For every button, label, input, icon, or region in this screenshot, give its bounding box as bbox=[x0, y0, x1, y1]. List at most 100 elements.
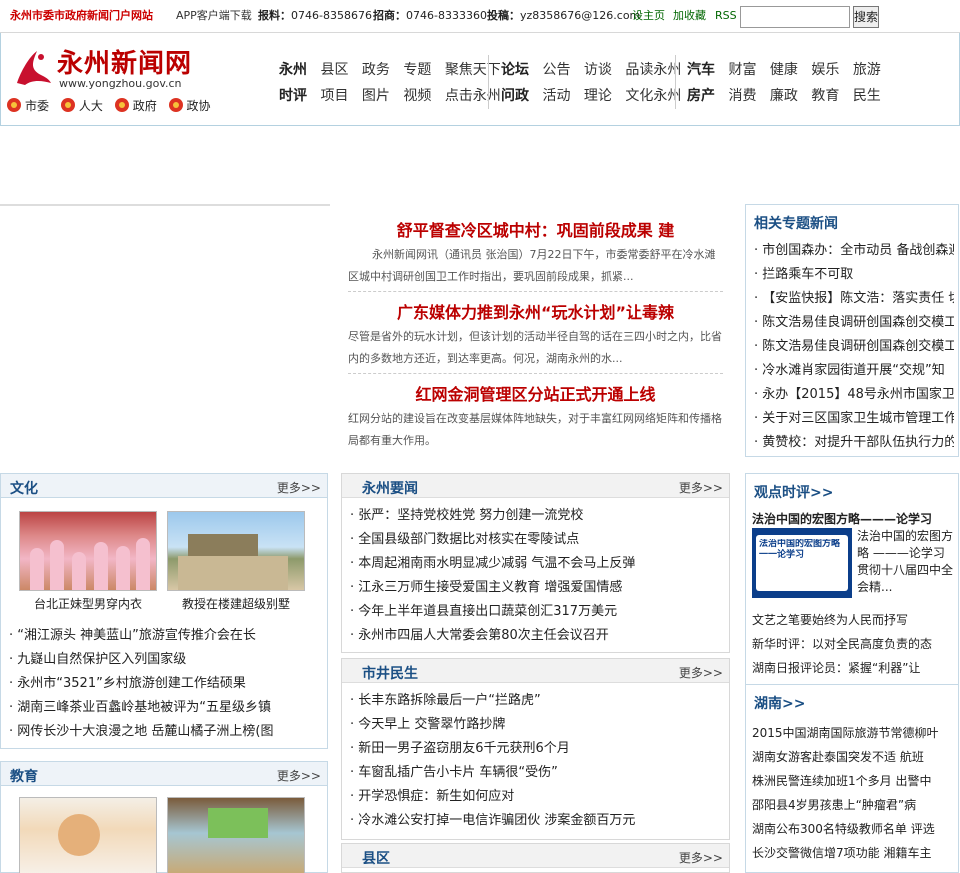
list-item[interactable]: 邵阳县4岁男孩患上“肿瘤君”病 bbox=[752, 793, 956, 817]
nav-notice[interactable]: 公告 bbox=[542, 62, 579, 78]
add-favorite-link[interactable]: 加收藏 bbox=[673, 10, 706, 22]
nav-auto[interactable]: 汽车 bbox=[687, 62, 724, 78]
list-item[interactable]: 湖南三峰茶业百蠡岭基地被评为“五星级乡镇 bbox=[9, 696, 321, 720]
nav-housing[interactable]: 房产 bbox=[687, 88, 724, 104]
list-item[interactable]: 株洲民警连续加班1个多月 出警中 bbox=[752, 769, 956, 793]
list-item[interactable]: 湖南日报评论员：紧握“利器”让 bbox=[752, 656, 956, 680]
nav-integrity[interactable]: 廉政 bbox=[770, 88, 807, 104]
list-item[interactable]: 今年上半年道县直接出口蔬菜创汇317万美元 bbox=[350, 600, 725, 624]
list-item[interactable]: 关于对三区国家卫生城市管理工作8 bbox=[754, 407, 954, 431]
site-logo[interactable]: 永州新闻网 www.yongzhou.gov.cn bbox=[11, 43, 231, 93]
gov-link-congress[interactable]: 人大 bbox=[60, 97, 103, 114]
nav-events[interactable]: 活动 bbox=[542, 88, 579, 104]
opinion-title[interactable]: 观点时评>> bbox=[754, 482, 833, 502]
list-item[interactable]: 黄赞校：对提升干部队伍执行力的 bbox=[754, 431, 954, 455]
list-item[interactable]: 2015中国湖南国际旅游节常德柳叶 bbox=[752, 721, 956, 745]
culture-more-link[interactable]: 更多>> bbox=[277, 479, 321, 496]
nav-read-yongzhou[interactable]: 品读永州 bbox=[625, 62, 690, 78]
nav-row: 时评 项目 图片 视频 点击永州 bbox=[279, 85, 510, 111]
county-title[interactable]: 县区 bbox=[362, 848, 390, 868]
list-item[interactable]: 本周起湘南雨水明显减少减弱 气温不会马上反弹 bbox=[350, 552, 725, 576]
nav-health[interactable]: 健康 bbox=[770, 62, 807, 78]
education-photo-2[interactable] bbox=[167, 797, 305, 873]
nav-consumer[interactable]: 消费 bbox=[728, 88, 765, 104]
list-item[interactable]: 陈文浩易佳良调研创国森创交模工 bbox=[754, 311, 954, 335]
list-item[interactable]: 全国县级部门数据比对核实在零陵试点 bbox=[350, 528, 725, 552]
list-item[interactable]: 冷水滩肖家园街道开展“交规”知 bbox=[754, 359, 954, 383]
yongzhou-news-title[interactable]: 永州要闻 bbox=[362, 478, 418, 498]
list-item[interactable]: 永州市“3521”乡村旅游创建工作结硕果 bbox=[9, 672, 321, 696]
list-item[interactable]: 湖南公布300名特级教师名单 评选 bbox=[752, 817, 956, 841]
nav-travel[interactable]: 旅游 bbox=[853, 62, 890, 78]
culture-photo-caption-2[interactable]: 教授在楼建超级别墅 bbox=[161, 595, 311, 612]
culture-photo-1[interactable] bbox=[19, 511, 157, 591]
opinion-feature-title[interactable]: 法治中国的宏图方略———论学习 bbox=[752, 510, 956, 527]
education-photo-1[interactable] bbox=[19, 797, 157, 873]
list-item[interactable]: 新田一男子盗窃朋友6千元获刑6个月 bbox=[350, 737, 725, 761]
list-item[interactable]: 新华时评：以对全民高度负责的态 bbox=[752, 632, 956, 656]
list-item[interactable]: 开学恐惧症：新生如何应对 bbox=[350, 785, 725, 809]
nav-culture-yongzhou[interactable]: 文化永州 bbox=[625, 88, 690, 104]
list-item[interactable]: 【安监快报】陈文浩：落实责任 切 bbox=[754, 287, 954, 311]
list-item[interactable]: 冷水滩公安打掉一电信诈骗团伙 涉案金额百万元 bbox=[350, 809, 725, 833]
list-item[interactable]: 张严：坚持党校姓党 努力创建一流党校 bbox=[350, 504, 725, 528]
list-item[interactable]: 今天早上 交警翠竹路抄牌 bbox=[350, 713, 725, 737]
related-topics-title[interactable]: 相关专题新闻 bbox=[754, 213, 838, 233]
culture-photo-2[interactable] bbox=[167, 511, 305, 591]
nav-video[interactable]: 视频 bbox=[403, 88, 440, 104]
nav-interview[interactable]: 访谈 bbox=[584, 62, 621, 78]
nav-counties[interactable]: 县区 bbox=[320, 62, 357, 78]
list-item[interactable]: “湘江源头 神美蓝山”旅游宣传推介会在长 bbox=[9, 624, 321, 648]
gov-link-cppcc[interactable]: 政协 bbox=[168, 97, 211, 114]
list-item[interactable]: 永州市四届人大常委会第80次主任会议召开 bbox=[350, 624, 725, 648]
county-more-link[interactable]: 更多>> bbox=[679, 849, 723, 866]
nav-pictures[interactable]: 图片 bbox=[362, 88, 399, 104]
hunan-title[interactable]: 湖南>> bbox=[754, 693, 805, 713]
culture-photo-caption-1[interactable]: 台北正妹型男穿内衣 bbox=[13, 595, 163, 612]
list-item[interactable]: 江永三万师生接受爱国主义教育 增强爱国情感 bbox=[350, 576, 725, 600]
app-download-link[interactable]: APP客户端下载 bbox=[176, 10, 252, 22]
list-item[interactable]: 车窗乱插广告小卡片 车辆很“受伤” bbox=[350, 761, 725, 785]
nav-yongzhou[interactable]: 永州 bbox=[279, 62, 316, 78]
yongzhou-news-header: 永州要闻 更多>> bbox=[342, 474, 729, 498]
nav-ask-gov[interactable]: 问政 bbox=[501, 88, 538, 104]
list-item[interactable]: 网传长沙十大浪漫之地 岳麓山橘子洲上榜(图 bbox=[9, 720, 321, 744]
nav-wealth[interactable]: 财富 bbox=[728, 62, 765, 78]
culture-title[interactable]: 文化 bbox=[10, 478, 38, 498]
list-item[interactable]: 长丰东路拆除最后一户“拦路虎” bbox=[350, 689, 725, 713]
education-title[interactable]: 教育 bbox=[10, 766, 38, 786]
list-item[interactable]: 陈文浩易佳良调研创国森创交模工 bbox=[754, 335, 954, 359]
headline-title-1[interactable]: 舒平督查冷区城中村：巩固前段成果 建 bbox=[348, 217, 723, 241]
nav-entertainment[interactable]: 娱乐 bbox=[811, 62, 848, 78]
list-item[interactable]: 长沙交警微信增7项功能 湘籍车主 bbox=[752, 841, 956, 865]
nav-education[interactable]: 教育 bbox=[811, 88, 848, 104]
rss-link[interactable]: RSS bbox=[715, 10, 737, 22]
logo-url: www.yongzhou.gov.cn bbox=[59, 77, 182, 90]
search-input[interactable] bbox=[740, 6, 850, 28]
nav-commentary[interactable]: 时评 bbox=[279, 88, 316, 104]
yongzhou-news-more-link[interactable]: 更多>> bbox=[679, 479, 723, 496]
market-life-title[interactable]: 市井民生 bbox=[362, 663, 418, 683]
nav-topics[interactable]: 专题 bbox=[403, 62, 440, 78]
headline-title-2[interactable]: 广东媒体力推到永州“玩水计划”让毒辣 bbox=[348, 299, 723, 323]
nav-livelihood[interactable]: 民生 bbox=[853, 88, 890, 104]
nav-forum[interactable]: 论坛 bbox=[501, 62, 538, 78]
search-button[interactable]: 搜索 bbox=[853, 6, 879, 28]
list-item[interactable]: 湖南女游客赴泰国突发不适 航班 bbox=[752, 745, 956, 769]
opinion-feature-image[interactable]: 法治中国的宏图方略一一论学习 bbox=[752, 528, 852, 598]
list-item[interactable]: 市创国森办：全市动员 备战创森迎 bbox=[754, 239, 954, 263]
list-item[interactable]: 永办【2015】48号永州市国家卫生 bbox=[754, 383, 954, 407]
set-homepage-link[interactable]: 设主页 bbox=[632, 10, 665, 22]
list-item[interactable]: 九嶷山自然保护区入列国家级 bbox=[9, 648, 321, 672]
nav-theory[interactable]: 理论 bbox=[584, 88, 621, 104]
list-item[interactable]: 文艺之笔要始终为人民而抒写 bbox=[752, 608, 956, 632]
gov-link-government[interactable]: 政府 bbox=[114, 97, 157, 114]
nav-government[interactable]: 政务 bbox=[362, 62, 399, 78]
list-item[interactable]: 拦路乘车不可取 bbox=[754, 263, 954, 287]
gov-link-committee[interactable]: 市委 bbox=[7, 97, 49, 114]
education-more-link[interactable]: 更多>> bbox=[277, 767, 321, 784]
market-life-more-link[interactable]: 更多>> bbox=[679, 664, 723, 681]
headline-title-3[interactable]: 红网金洞管理区分站正式开通上线 bbox=[348, 381, 723, 405]
opinion-feature-text: 法治中国的宏图方 略 ———论学习 贯彻十八届四中全 会精... bbox=[857, 529, 954, 594]
nav-projects[interactable]: 项目 bbox=[320, 88, 357, 104]
